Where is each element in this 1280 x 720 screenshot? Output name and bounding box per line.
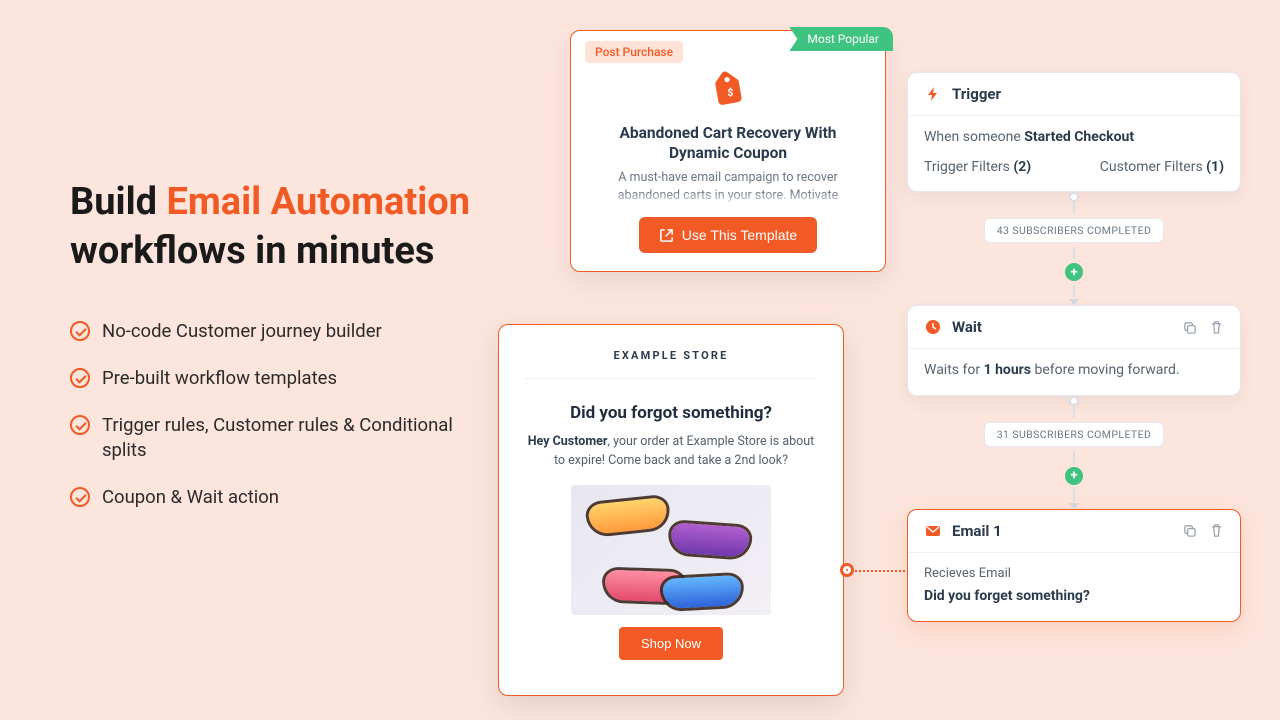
popular-ribbon: Most Popular [789, 27, 893, 51]
email-sub: Recieves Email [924, 565, 1224, 583]
feature-text: Coupon & Wait action [102, 485, 279, 510]
email-preview-card: EXAMPLE STORE Did you forgot something? … [498, 324, 844, 696]
copy-icon[interactable] [1182, 320, 1197, 335]
cta-label: Use This Template [682, 227, 797, 243]
category-tag: Post Purchase [585, 41, 683, 63]
connector: 43 SUBSCRIBERS COMPLETED + [907, 192, 1241, 305]
bolt-icon [924, 85, 942, 103]
template-title: Abandoned Cart Recovery With Dynamic Cou… [589, 123, 867, 163]
add-step-button[interactable]: + [1065, 467, 1083, 485]
store-name: EXAMPLE STORE [525, 349, 817, 379]
subscribers-stat: 43 SUBSCRIBERS COMPLETED [984, 218, 1165, 243]
copy-icon[interactable] [1182, 523, 1197, 538]
connector-line [847, 570, 909, 572]
email-subject: Did you forgot something? [525, 403, 817, 423]
mail-icon [924, 522, 942, 540]
node-title: Email 1 [952, 522, 1002, 540]
hero-headline: Build Email Automation workflows in minu… [70, 178, 490, 275]
external-link-icon [659, 228, 674, 243]
check-icon [70, 415, 90, 435]
template-card: Post Purchase Most Popular $ Abandoned C… [570, 30, 886, 272]
template-description: A must-have email campaign to recover ab… [589, 169, 867, 207]
check-icon [70, 487, 90, 507]
node-title: Wait [952, 318, 982, 336]
workflow-column: Trigger When someone Started Checkout Tr… [907, 72, 1241, 622]
feature-item: Coupon & Wait action [70, 485, 490, 510]
wait-node[interactable]: Wait Waits for 1 hours before moving for… [907, 305, 1241, 396]
trigger-node[interactable]: Trigger When someone Started Checkout Tr… [907, 72, 1241, 192]
use-template-button[interactable]: Use This Template [639, 217, 817, 253]
clock-icon [924, 318, 942, 336]
feature-list: No-code Customer journey builder Pre-bui… [70, 319, 490, 510]
email-subject-line: Did you forget something? [924, 588, 1090, 604]
shop-now-button[interactable]: Shop Now [619, 627, 723, 660]
check-icon [70, 321, 90, 341]
trigger-filters: Trigger Filters (2) [924, 158, 1031, 178]
feature-text: No-code Customer journey builder [102, 319, 382, 344]
connector-dot-icon [840, 563, 854, 577]
price-tag-icon: $ [707, 71, 749, 113]
feature-text: Trigger rules, Customer rules & Conditio… [102, 413, 490, 463]
feature-item: No-code Customer journey builder [70, 319, 490, 344]
email-node[interactable]: Email 1 Recieves Email Did you forget so… [907, 509, 1241, 622]
check-icon [70, 368, 90, 388]
feature-text: Pre-built workflow templates [102, 366, 337, 391]
trash-icon[interactable] [1209, 320, 1224, 335]
feature-item: Pre-built workflow templates [70, 366, 490, 391]
customer-filters: Customer Filters (1) [1100, 158, 1224, 178]
svg-text:$: $ [727, 86, 733, 99]
feature-item: Trigger rules, Customer rules & Conditio… [70, 413, 490, 463]
wait-description: Waits for 1 hours before moving forward. [908, 349, 1240, 395]
email-body: Hey Customer, your order at Example Stor… [525, 433, 817, 471]
connector: 31 SUBSCRIBERS COMPLETED + [907, 396, 1241, 509]
product-image [571, 485, 771, 615]
node-title: Trigger [952, 85, 1001, 103]
add-step-button[interactable]: + [1065, 263, 1083, 281]
subscribers-stat: 31 SUBSCRIBERS COMPLETED [984, 422, 1165, 447]
trash-icon[interactable] [1209, 523, 1224, 538]
